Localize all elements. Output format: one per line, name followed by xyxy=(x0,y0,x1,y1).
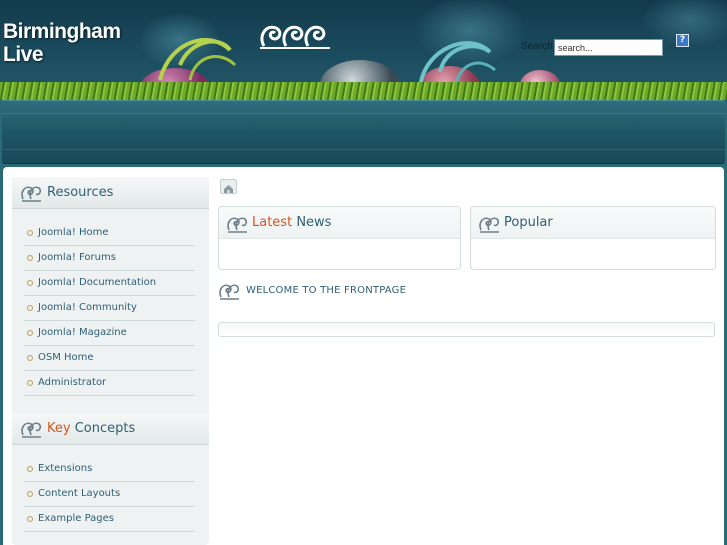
menu-link[interactable]: Extensions xyxy=(38,463,92,474)
popular-title: Popular xyxy=(504,215,553,230)
content-area: Resources Joomla! Home Joomla! Forums Jo… xyxy=(3,167,724,545)
sidebar-item-administrator[interactable]: Administrator xyxy=(24,372,195,396)
popular-module: Popular xyxy=(470,206,716,270)
bullet-icon xyxy=(27,330,33,336)
bullet-icon xyxy=(27,255,33,261)
site-title-line1: Birmingham xyxy=(3,20,121,43)
swirl-icon xyxy=(227,217,248,233)
sidebar-item-osm-home[interactable]: OSM Home xyxy=(24,347,195,371)
logo-swirl-icon xyxy=(260,25,330,49)
menu-link[interactable]: Joomla! Home xyxy=(38,227,109,238)
search-label: Search xyxy=(521,41,553,52)
nav-divider xyxy=(2,149,725,150)
menu-link[interactable]: Joomla! Forums xyxy=(38,252,116,263)
sidebar: Resources Joomla! Home Joomla! Forums Jo… xyxy=(12,177,209,545)
title-highlight: Key xyxy=(47,421,71,436)
search-input[interactable] xyxy=(554,39,663,56)
house-glyph xyxy=(224,185,233,193)
home-icon[interactable] xyxy=(220,179,237,194)
menu-link[interactable]: Content Layouts xyxy=(38,488,120,499)
sidebar-item-joomla-home[interactable]: Joomla! Home xyxy=(24,222,195,246)
sidebar-item-joomla-community[interactable]: Joomla! Community xyxy=(24,297,195,321)
bullet-icon xyxy=(27,516,33,522)
grass-strip xyxy=(0,82,727,100)
bullet-icon xyxy=(27,466,33,472)
menu-link[interactable]: Joomla! Community xyxy=(38,302,137,313)
bullet-icon xyxy=(27,380,33,386)
menu-link[interactable]: Joomla! Magazine xyxy=(38,327,127,338)
latest-news-title: Latest News xyxy=(252,215,331,230)
nav-divider xyxy=(2,113,725,114)
sidebar-item-joomla-documentation[interactable]: Joomla! Documentation xyxy=(24,272,195,296)
swirl-icon xyxy=(21,422,42,438)
sidebar-item-example-pages[interactable]: Example Pages xyxy=(24,508,195,532)
menu-link[interactable]: Administrator xyxy=(38,377,106,388)
latest-news-module: Latest News xyxy=(218,206,461,270)
help-icon[interactable]: ? xyxy=(676,34,689,47)
swirl-icon xyxy=(479,217,500,233)
sidebar-item-content-layouts[interactable]: Content Layouts xyxy=(24,483,195,507)
bullet-icon xyxy=(27,491,33,497)
menu-link[interactable]: Example Pages xyxy=(38,513,114,524)
module-title-key-concepts: Key Concepts xyxy=(12,413,209,445)
title-highlight: Latest xyxy=(252,215,293,230)
sidebar-item-extensions[interactable]: Extensions xyxy=(24,458,195,482)
title-rest: Resources xyxy=(47,185,114,200)
title-rest: News xyxy=(292,215,332,230)
latest-news-header: Latest News xyxy=(219,207,460,239)
module-title-text: Key Concepts xyxy=(47,421,135,436)
site-title[interactable]: Birmingham Live xyxy=(3,20,121,66)
title-rest: Concepts xyxy=(70,421,136,436)
bullet-icon xyxy=(27,305,33,311)
bullet-icon xyxy=(27,280,33,286)
decorative-swirl-icon xyxy=(158,38,237,81)
main-navigation-bar xyxy=(2,100,725,164)
frontpage-content-box xyxy=(218,322,715,337)
menu-link[interactable]: OSM Home xyxy=(38,352,94,363)
module-title-text: Resources xyxy=(47,185,113,200)
swirl-icon xyxy=(21,186,42,202)
bullet-icon xyxy=(27,355,33,361)
site-title-line2: Live xyxy=(3,43,44,66)
module-title-resources: Resources xyxy=(12,177,209,209)
menu-link[interactable]: Joomla! Documentation xyxy=(38,277,156,288)
popular-header: Popular xyxy=(471,207,715,239)
site-header: Birmingham Live Search ? xyxy=(0,0,727,100)
bullet-icon xyxy=(27,230,33,236)
page-title: WELCOME TO THE FRONTPAGE xyxy=(246,285,407,296)
sidebar-item-joomla-magazine[interactable]: Joomla! Magazine xyxy=(24,322,195,346)
swirl-icon xyxy=(219,284,240,300)
sidebar-item-joomla-forums[interactable]: Joomla! Forums xyxy=(24,247,195,271)
